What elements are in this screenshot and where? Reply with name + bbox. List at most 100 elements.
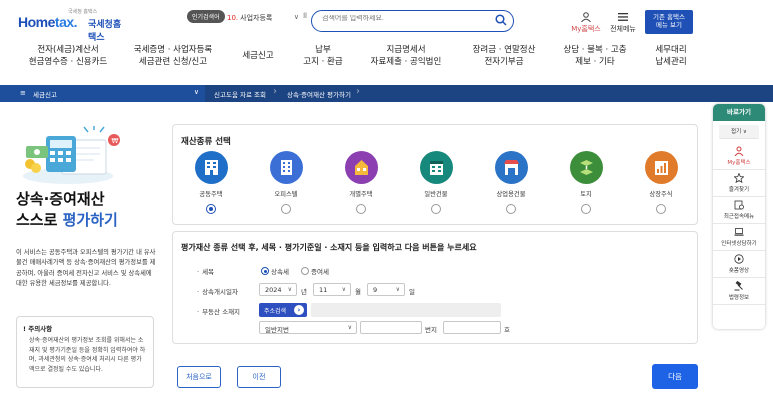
popular-search-select[interactable]: 10. 사업자등록 ∨ ll <box>227 12 307 27</box>
previous-button[interactable]: 이전 <box>237 366 281 388</box>
nav-statement[interactable]: 지급명세서 자료제출 · 공익법인 <box>365 44 447 69</box>
form-instruction: 평가재산 종류 선택 후, 세목 · 평가기준일 · 소재지 등을 입력하고 다… <box>181 243 477 252</box>
house-icon <box>344 151 378 184</box>
quick-my-hometax[interactable]: My홈택스 <box>713 143 765 170</box>
search-box[interactable] <box>311 10 514 32</box>
nav-consult[interactable]: 상담 · 불복 · 고충 제보 · 기타 <box>557 44 633 69</box>
bunji-unit: 번지 <box>425 326 437 334</box>
nav-certificate[interactable]: 국세증명 · 사업자등록 세금관련 신청/신고 <box>128 44 218 69</box>
property-type-apartment[interactable]: 공동주택 <box>187 151 235 214</box>
nav-tax-report[interactable]: 세금신고 <box>232 50 284 62</box>
ho-number-input[interactable] <box>443 321 501 334</box>
legacy-menu-button[interactable]: 기존 홈택스 메뉴 보기 <box>645 10 693 34</box>
land-icon <box>569 151 603 184</box>
property-radio-apartment[interactable] <box>206 204 216 214</box>
pause-icon[interactable]: ll <box>303 12 307 20</box>
tax-type-label: 세목 <box>197 266 214 276</box>
property-type-officetel[interactable]: 오피스텔 <box>262 151 310 214</box>
day-select[interactable]: 9 ∨ <box>367 283 405 296</box>
apartment-icon <box>194 151 228 184</box>
lot-type-select[interactable]: 일반지번 ∨ <box>259 321 357 334</box>
tax-gift-radio[interactable]: 증여세 <box>301 266 329 276</box>
nav-e-invoice[interactable]: 전자(세금)계산서 현금영수증 · 신용카드 <box>26 44 110 69</box>
property-radio-house[interactable] <box>356 204 366 214</box>
gavel-icon <box>734 281 743 291</box>
breadcrumb-segment-2[interactable]: 상속·증여재산 평가하기 <box>287 89 351 99</box>
office-icon <box>269 151 303 184</box>
svg-text:₩: ₩ <box>112 137 119 145</box>
hometax-logo[interactable]: 국세청 홈택스 Hometax. 국세청홈택스 <box>18 8 128 43</box>
calculator-illustration: ₩ <box>23 126 120 184</box>
arrow-right-icon: › <box>294 305 304 315</box>
property-radio-land[interactable] <box>581 204 591 214</box>
address-search-button[interactable]: 주소검색 › <box>259 303 307 317</box>
building-icon <box>419 151 453 184</box>
property-type-land[interactable]: 토지 <box>562 151 610 214</box>
commercial-icon <box>494 151 528 184</box>
all-menu-button[interactable]: 전체메뉴 <box>608 12 638 34</box>
hamburger-icon <box>618 13 628 21</box>
month-unit: 월 <box>355 288 361 296</box>
tax-inheritance-radio[interactable]: 상속세 <box>261 266 289 276</box>
first-page-button[interactable]: 처음으로 <box>177 366 221 388</box>
breadcrumb-home[interactable]: ≡ 세금신고 ∨ <box>0 85 205 102</box>
search-input[interactable] <box>322 15 482 22</box>
my-hometax-button[interactable]: My홈택스 <box>568 12 604 34</box>
year-select[interactable]: 2024 ∨ <box>259 283 297 296</box>
breadcrumb-separator: › <box>356 86 360 97</box>
logo-wordmark: Hometax. <box>18 14 78 30</box>
chevron-down-icon[interactable]: ∨ <box>194 88 199 96</box>
quick-law-info[interactable]: 법령정보 <box>713 278 765 305</box>
menu-icon: ≡ <box>20 89 26 97</box>
header: 국세청 홈택스 Hometax. 국세청홈택스 인기검색어 10. 사업자등록 ∨… <box>0 0 773 43</box>
property-type-panel: 재산종류 선택 공동주택 오피스텔 개별주택 일반건물 상업용건물 토지 상장주… <box>172 124 698 225</box>
quick-recent-menu[interactable]: 최근접속메뉴 <box>713 197 765 224</box>
day-unit: 일 <box>409 288 415 296</box>
address-display-field <box>311 303 501 317</box>
laptop-icon <box>734 228 744 236</box>
service-description: 이 서비스는 공동주택과 오피스텔의 평가기간 내 유사물건 매매사례가액 등 … <box>16 249 156 288</box>
star-icon <box>734 173 744 183</box>
main-navigation: 전자(세금)계산서 현금영수증 · 신용카드 국세증명 · 사업자등록 세금관련 신… <box>0 40 773 73</box>
quick-menu-fold-button[interactable]: 접기 ∨ <box>719 125 759 139</box>
year-unit: 년 <box>301 288 307 296</box>
property-radio-officetel[interactable] <box>281 204 291 214</box>
stock-icon <box>644 151 678 184</box>
recent-menu-icon <box>734 200 744 210</box>
notice-text: 상속·증여재산의 평가정보 조회를 위해서는 소재지 및 평가기준일 등을 정확… <box>29 337 146 373</box>
notice-box: ! 주의사항 상속·증여재산의 평가정보 조회를 위해서는 소재지 및 평가기준… <box>16 316 154 388</box>
start-date-label: 상속개시일자 <box>197 286 238 296</box>
page-title: 상속·증여재산 스스로 평가하기 <box>16 190 118 229</box>
quick-favorites[interactable]: 즐겨찾기 <box>713 170 765 197</box>
notice-title: ! 주의사항 <box>23 325 53 333</box>
lot-number-input[interactable] <box>360 321 422 334</box>
nav-payment[interactable]: 납부 고지 · 환급 <box>292 44 354 69</box>
ho-unit: 호 <box>504 326 510 334</box>
user-icon <box>734 146 744 156</box>
chevron-down-icon[interactable]: ∨ <box>294 13 299 21</box>
next-button[interactable]: 다음 <box>652 364 698 389</box>
quick-online-consult[interactable]: 인터넷상담하기 <box>713 224 765 251</box>
user-icon <box>581 12 591 22</box>
breadcrumb-separator: › <box>273 86 277 97</box>
property-type-building[interactable]: 일반건물 <box>412 151 460 214</box>
month-select[interactable]: 11 ∨ <box>313 283 351 296</box>
property-type-house[interactable]: 개별주택 <box>337 151 385 214</box>
property-type-title: 재산종류 선택 <box>181 137 231 147</box>
property-radio-commercial[interactable] <box>506 204 516 214</box>
search-icon[interactable] <box>495 14 507 26</box>
quick-short-video[interactable]: 숏폼영상 <box>713 251 765 278</box>
nav-incentive[interactable]: 장려금 · 연말정산 전자기부금 <box>463 44 545 69</box>
nav-agent[interactable]: 세무대리 납세관리 <box>645 44 697 69</box>
address-label: 부동산 소재지 <box>197 306 240 316</box>
breadcrumb: ≡ 세금신고 ∨ 신고도움 자료 조회 › 상속·증여재산 평가하기 › <box>0 85 773 102</box>
property-radio-stock[interactable] <box>656 204 666 214</box>
input-form-panel: 평가재산 종류 선택 후, 세목 · 평가기준일 · 소재지 등을 입력하고 다… <box>172 231 698 344</box>
quick-menu: 바로가기 접기 ∨ My홈택스 즐겨찾기 최근접속메뉴 인터넷상담하기 숏폼영상… <box>713 104 765 329</box>
breadcrumb-segment-1[interactable]: 신고도움 자료 조회 <box>214 89 266 99</box>
property-type-stock[interactable]: 상장주식 <box>637 151 685 214</box>
property-radio-building[interactable] <box>431 204 441 214</box>
quick-menu-title: 바로가기 <box>713 104 765 121</box>
play-icon <box>734 254 744 264</box>
property-type-commercial[interactable]: 상업용건물 <box>487 151 535 214</box>
